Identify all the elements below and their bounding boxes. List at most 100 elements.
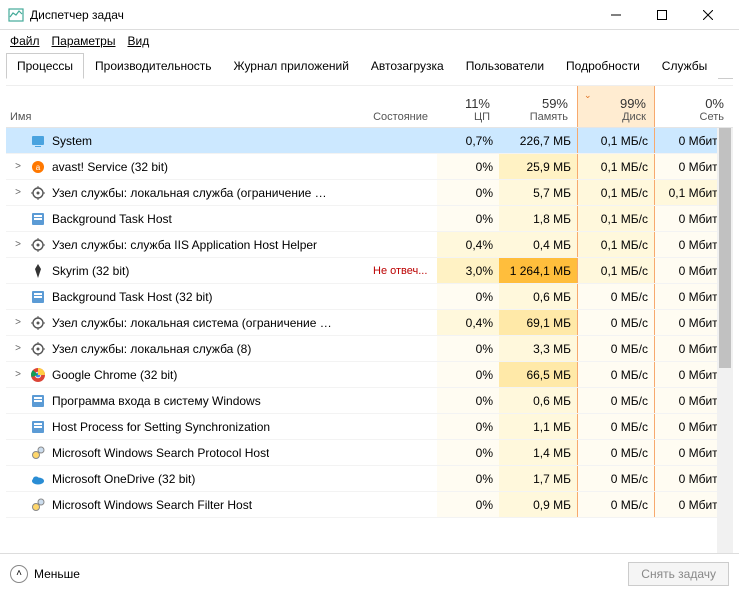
tab-processes[interactable]: Процессы bbox=[6, 53, 84, 79]
status-cell: Не отвеч... bbox=[367, 258, 437, 283]
tab-startup[interactable]: Автозагрузка bbox=[360, 53, 455, 79]
expand-icon[interactable]: > bbox=[12, 317, 24, 328]
process-icon bbox=[30, 133, 46, 149]
tab-users[interactable]: Пользователи bbox=[455, 53, 555, 79]
process-name: Google Chrome (32 bit) bbox=[52, 368, 177, 382]
process-name-cell: > Узел службы: локальная служба (ограниче… bbox=[6, 180, 367, 205]
chevron-up-icon: ˄ bbox=[10, 565, 28, 583]
process-icon: a bbox=[30, 159, 46, 175]
scrollbar[interactable] bbox=[717, 128, 733, 563]
table-row[interactable]: Host Process for Setting Synchronization… bbox=[6, 414, 733, 440]
memory-cell: 25,9 МБ bbox=[499, 154, 577, 179]
process-icon bbox=[30, 445, 46, 461]
memory-cell: 5,7 МБ bbox=[499, 180, 577, 205]
tabs: Процессы Производительность Журнал прило… bbox=[6, 52, 733, 79]
table-row[interactable]: >Узел службы: локальная служба (8)0%3,3 … bbox=[6, 336, 733, 362]
expand-icon[interactable]: > bbox=[12, 187, 24, 198]
process-name-cell: > Узел службы: локальная система (огранич… bbox=[6, 310, 367, 335]
table-row[interactable]: Background Task Host0%1,8 МБ0,1 МБ/с0 Мб… bbox=[6, 206, 733, 232]
table-row[interactable]: Skyrim (32 bit)Не отвеч...3,0%1 264,1 МБ… bbox=[6, 258, 733, 284]
tab-app-history[interactable]: Журнал приложений bbox=[223, 53, 360, 79]
process-name: Узел службы: локальная система (ограниче… bbox=[52, 316, 332, 330]
status-cell bbox=[367, 310, 437, 335]
sort-indicator-icon: ⌄ bbox=[584, 90, 592, 101]
cpu-cell: 0% bbox=[437, 466, 499, 491]
expand-icon[interactable]: > bbox=[12, 239, 24, 250]
process-name: Программа входа в систему Windows bbox=[52, 394, 261, 408]
process-name-cell: Skyrim (32 bit) bbox=[6, 258, 367, 283]
memory-cell: 226,7 МБ bbox=[499, 128, 577, 153]
end-task-button[interactable]: Снять задачу bbox=[628, 562, 729, 586]
table-row[interactable]: Программа входа в систему Windows0%0,6 М… bbox=[6, 388, 733, 414]
memory-cell: 0,9 МБ bbox=[499, 492, 577, 517]
process-icon bbox=[30, 289, 46, 305]
status-cell bbox=[367, 414, 437, 439]
status-cell bbox=[367, 492, 437, 517]
cpu-cell: 0% bbox=[437, 206, 499, 231]
table-row[interactable]: >Узел службы: служба IIS Application Hos… bbox=[6, 232, 733, 258]
minimize-button[interactable] bbox=[593, 0, 639, 30]
table-row[interactable]: > Узел службы: локальная система (огранич… bbox=[6, 310, 733, 336]
table-row[interactable]: Microsoft OneDrive (32 bit)0%1,7 МБ0 МБ/… bbox=[6, 466, 733, 492]
process-name: Узел службы: локальная служба (8) bbox=[52, 342, 251, 356]
cpu-cell: 0% bbox=[437, 180, 499, 205]
memory-cell: 0,4 МБ bbox=[499, 232, 577, 257]
cpu-cell: 0% bbox=[437, 362, 499, 387]
process-icon bbox=[30, 341, 46, 357]
process-icon bbox=[30, 263, 46, 279]
disk-cell: 0 МБ/с bbox=[577, 362, 655, 387]
table-header: Имя Состояние 11%ЦП 59%Память ⌄99%Диск 0… bbox=[6, 86, 733, 128]
disk-cell: 0,1 МБ/с bbox=[577, 128, 655, 153]
process-name-cell: > Узел службы: локальная служба (8) bbox=[6, 336, 367, 361]
menu-options[interactable]: Параметры bbox=[52, 34, 116, 48]
scrollbar-thumb[interactable] bbox=[719, 128, 731, 368]
close-button[interactable] bbox=[685, 0, 731, 30]
disk-cell: 0 МБ/с bbox=[577, 388, 655, 413]
cpu-cell: 0% bbox=[437, 414, 499, 439]
table-row[interactable]: >Google Chrome (32 bit)0%66,5 МБ0 МБ/с0 … bbox=[6, 362, 733, 388]
fewer-details-button[interactable]: ˄ Меньше bbox=[10, 565, 80, 583]
table-row[interactable]: Microsoft Windows Search Protocol Host0%… bbox=[6, 440, 733, 466]
memory-cell: 1,7 МБ bbox=[499, 466, 577, 491]
col-memory[interactable]: 59%Память bbox=[499, 86, 577, 127]
memory-cell: 1,8 МБ bbox=[499, 206, 577, 231]
col-disk[interactable]: ⌄99%Диск bbox=[577, 86, 655, 127]
process-icon bbox=[30, 367, 46, 383]
process-name: Узел службы: локальная служба (ограничен… bbox=[52, 186, 332, 200]
table-row[interactable]: >aavast! Service (32 bit)0%25,9 МБ0,1 МБ… bbox=[6, 154, 733, 180]
col-cpu[interactable]: 11%ЦП bbox=[437, 86, 499, 127]
table-row[interactable]: > Узел службы: локальная служба (ограниче… bbox=[6, 180, 733, 206]
status-cell bbox=[367, 336, 437, 361]
col-network[interactable]: 0%Сеть bbox=[655, 86, 733, 127]
process-name-cell: Microsoft Windows Search Protocol Host bbox=[6, 440, 367, 465]
window-title: Диспетчер задач bbox=[30, 8, 593, 22]
process-name-cell: Программа входа в систему Windows bbox=[6, 388, 367, 413]
process-name: Background Task Host (32 bit) bbox=[52, 290, 213, 304]
menu-view[interactable]: Вид bbox=[127, 34, 149, 48]
table-row[interactable]: Microsoft Windows Search Filter Host0%0,… bbox=[6, 492, 733, 518]
window-controls bbox=[593, 0, 731, 30]
tab-performance[interactable]: Производительность bbox=[84, 53, 222, 79]
process-name: Microsoft Windows Search Filter Host bbox=[52, 498, 252, 512]
table-body: System0,7%226,7 МБ0,1 МБ/с0 Мбит/с>aavas… bbox=[6, 128, 733, 518]
menu-file[interactable]: Файл bbox=[10, 34, 40, 48]
status-cell bbox=[367, 154, 437, 179]
process-name: Microsoft Windows Search Protocol Host bbox=[52, 446, 269, 460]
menubar: Файл Параметры Вид bbox=[0, 30, 739, 52]
memory-cell: 3,3 МБ bbox=[499, 336, 577, 361]
tab-details[interactable]: Подробности bbox=[555, 53, 651, 79]
disk-cell: 0 МБ/с bbox=[577, 336, 655, 361]
cpu-cell: 0% bbox=[437, 284, 499, 309]
expand-icon[interactable]: > bbox=[12, 343, 24, 354]
col-name[interactable]: Имя bbox=[6, 86, 367, 127]
col-status[interactable]: Состояние bbox=[367, 86, 437, 127]
maximize-button[interactable] bbox=[639, 0, 685, 30]
tab-services[interactable]: Службы bbox=[651, 53, 718, 79]
expand-icon[interactable]: > bbox=[12, 161, 24, 172]
process-icon bbox=[30, 393, 46, 409]
disk-cell: 0,1 МБ/с bbox=[577, 232, 655, 257]
table-row[interactable]: System0,7%226,7 МБ0,1 МБ/с0 Мбит/с bbox=[6, 128, 733, 154]
status-cell bbox=[367, 206, 437, 231]
table-row[interactable]: Background Task Host (32 bit)0%0,6 МБ0 М… bbox=[6, 284, 733, 310]
expand-icon[interactable]: > bbox=[12, 369, 24, 380]
